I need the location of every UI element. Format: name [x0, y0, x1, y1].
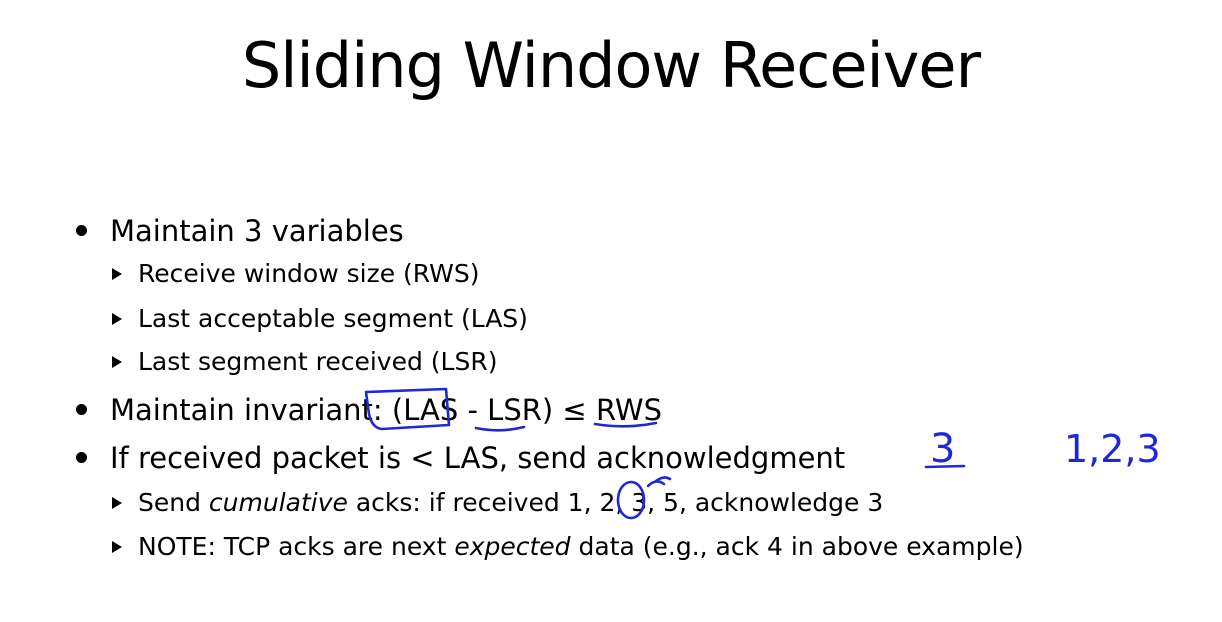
sub-bullet-rws: Receive window size (RWS)	[138, 259, 480, 288]
text-run: Send	[138, 488, 209, 517]
sub-bullet-lsr: Last segment received (LSR)	[138, 347, 498, 376]
ink-arrow-mark	[654, 476, 672, 483]
slide-title: Sliding Window Receiver	[241, 29, 981, 102]
bullet-maintain-variables: Maintain 3 variables	[110, 214, 404, 248]
ink-underline-ack	[924, 464, 966, 469]
sub-bullet-marker	[112, 313, 122, 325]
sub-bullet-las: Last acceptable segment (LAS)	[138, 304, 528, 333]
sub-bullet-cumulative: Send cumulative acks: if received 1, 2, …	[138, 487, 883, 519]
text-run: acks: if received 1, 2, 3, 5, acknowledg…	[347, 488, 884, 517]
ink-handwritten-sequence: 1,2,3	[1064, 427, 1161, 471]
sub-bullet-marker	[112, 356, 122, 368]
sub-bullet-marker	[112, 268, 122, 280]
bullet-send-ack: If received packet is < LAS, send acknow…	[110, 441, 846, 475]
sub-bullet-marker	[112, 541, 122, 553]
text-run: NOTE: TCP acks are next	[138, 532, 455, 561]
emphasis-cumulative: cumulative	[208, 488, 348, 517]
sub-bullet-tcp-note: NOTE: TCP acks are next expected data (e…	[138, 531, 1024, 563]
bullet-marker	[76, 225, 87, 236]
invariant-formula: (LAS - LSR) ≤ RWS	[391, 393, 662, 427]
invariant-label: Maintain invariant:	[110, 393, 383, 427]
ink-arrow-mark	[646, 480, 666, 488]
sub-bullet-marker	[112, 497, 122, 509]
bullet-marker	[76, 452, 87, 463]
bullet-invariant: Maintain invariant: (LAS - LSR) ≤ RWS	[110, 392, 662, 428]
text-run: data (e.g., ack 4 in above example)	[570, 532, 1024, 561]
bullet-marker	[76, 404, 87, 415]
emphasis-expected: expected	[454, 532, 571, 561]
ink-handwritten-ack: 3	[930, 426, 955, 472]
